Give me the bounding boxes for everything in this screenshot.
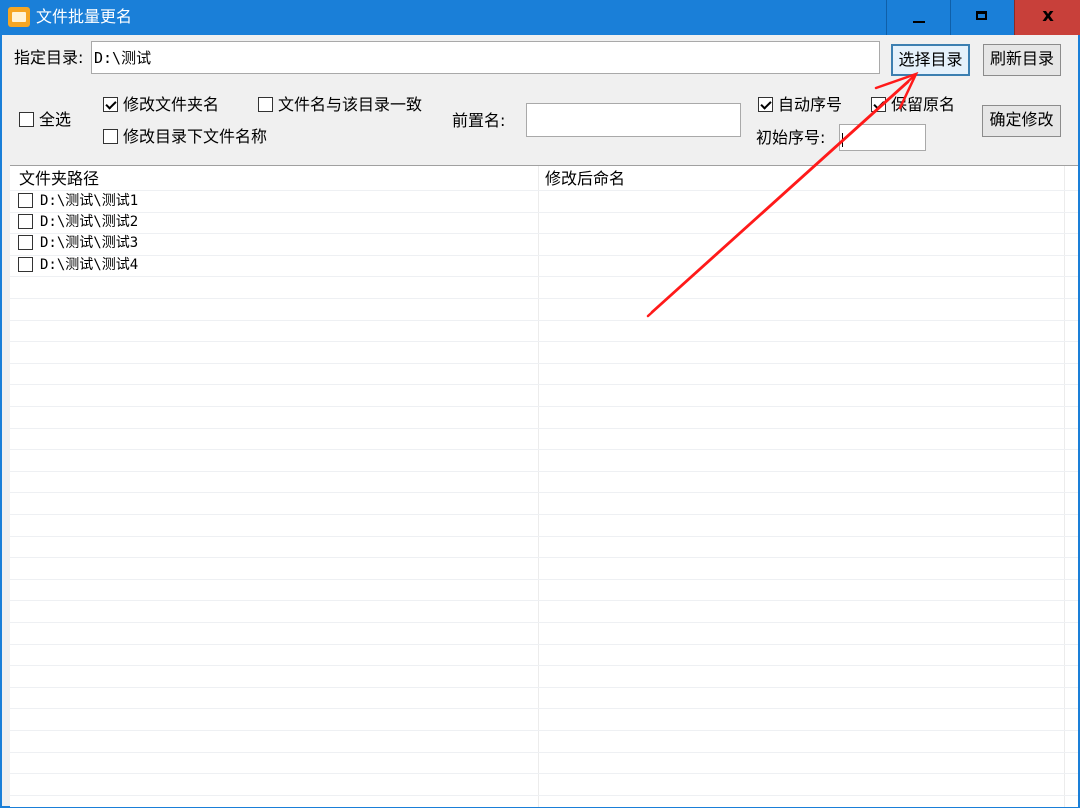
start-number-input[interactable] — [839, 124, 926, 151]
keep-original-name-label: 保留原名 — [891, 95, 956, 114]
grid-line — [10, 406, 1078, 407]
keep-original-name-checkbox[interactable] — [871, 97, 886, 112]
grid-line — [10, 471, 1078, 472]
grid-line — [10, 730, 1078, 731]
prefix-label: 前置名: — [452, 111, 506, 130]
column-header-new-name[interactable]: 修改后命名 — [545, 169, 625, 189]
auto-sequence-label: 自动序号 — [778, 95, 843, 114]
grid-line — [10, 492, 1078, 493]
start-number-label: 初始序号: — [756, 128, 826, 147]
maximize-button[interactable] — [950, 0, 1014, 35]
column-divider — [538, 166, 539, 807]
close-icon: x — [1042, 5, 1054, 26]
list-row[interactable]: D:\测试\测试3 — [10, 232, 538, 253]
grid-line — [10, 212, 1078, 213]
grid-line — [10, 428, 1078, 429]
grid-line — [10, 600, 1078, 601]
minimize-icon — [913, 21, 925, 23]
grid-line — [10, 752, 1078, 753]
select-dir-button[interactable]: 选择目录 — [891, 44, 970, 76]
list-row[interactable]: D:\测试\测试1 — [10, 190, 538, 211]
modify-folder-name-label: 修改文件夹名 — [123, 95, 220, 114]
filename-same-as-dir-checkbox[interactable] — [258, 97, 273, 112]
grid-line — [10, 795, 1078, 796]
confirm-modify-button[interactable]: 确定修改 — [982, 105, 1061, 137]
auto-sequence-checkbox[interactable] — [758, 97, 773, 112]
column-divider — [1064, 166, 1065, 807]
row-path: D:\测试\测试3 — [40, 235, 139, 251]
column-header-path[interactable]: 文件夹路径 — [19, 169, 99, 189]
select-all-checkbox[interactable] — [19, 112, 34, 127]
grid-line — [10, 622, 1078, 623]
grid-line — [10, 644, 1078, 645]
row-path: D:\测试\测试1 — [40, 193, 139, 209]
grid-line — [10, 687, 1078, 688]
row-checkbox[interactable] — [18, 214, 33, 229]
maximize-icon — [976, 11, 987, 20]
title-bar[interactable]: 文件批量更名 x — [0, 0, 1080, 35]
close-button[interactable]: x — [1014, 0, 1080, 35]
list-header: 文件夹路径 修改后命名 — [10, 168, 1078, 191]
refresh-dir-button[interactable]: 刷新目录 — [983, 44, 1061, 76]
grid-line — [10, 320, 1078, 321]
grid-line — [10, 536, 1078, 537]
modify-files-in-dir-label: 修改目录下文件名称 — [123, 127, 268, 146]
folder-list[interactable]: 文件夹路径 修改后命名 D:\测试\测试1 D:\测试\测试2 D:\测试\测试… — [10, 165, 1078, 807]
grid-line — [10, 341, 1078, 342]
grid-line — [10, 363, 1078, 364]
grid-line — [10, 298, 1078, 299]
grid-line — [10, 514, 1078, 515]
grid-line — [10, 449, 1078, 450]
folder-icon — [8, 7, 30, 27]
grid-line — [10, 557, 1078, 558]
row-checkbox[interactable] — [18, 193, 33, 208]
text-caret — [842, 133, 843, 147]
dir-path-input[interactable]: D:\测试 — [91, 41, 880, 74]
minimize-button[interactable] — [886, 0, 950, 35]
row-checkbox[interactable] — [18, 257, 33, 272]
window-title: 文件批量更名 — [36, 7, 133, 26]
prefix-input[interactable] — [526, 103, 741, 137]
filename-same-as-dir-label: 文件名与该目录一致 — [278, 95, 423, 114]
grid-line — [10, 255, 1078, 256]
row-path: D:\测试\测试4 — [40, 257, 139, 273]
dir-label: 指定目录: — [14, 48, 84, 67]
row-checkbox[interactable] — [18, 235, 33, 250]
grid-line — [10, 276, 1078, 277]
modify-folder-name-checkbox[interactable] — [103, 97, 118, 112]
row-path: D:\测试\测试2 — [40, 214, 139, 230]
grid-line — [10, 579, 1078, 580]
list-row[interactable]: D:\测试\测试4 — [10, 254, 538, 275]
grid-line — [10, 233, 1078, 234]
grid-line — [10, 773, 1078, 774]
modify-files-in-dir-checkbox[interactable] — [103, 129, 118, 144]
grid-line — [10, 665, 1078, 666]
app-window: 文件批量更名 x 指定目录: D:\测试 选择目录 刷新目录 全选 修改文件夹名… — [0, 0, 1080, 808]
list-row[interactable]: D:\测试\测试2 — [10, 211, 538, 232]
select-all-label: 全选 — [39, 110, 72, 129]
grid-line — [10, 384, 1078, 385]
grid-line — [10, 190, 1078, 191]
grid-line — [10, 708, 1078, 709]
